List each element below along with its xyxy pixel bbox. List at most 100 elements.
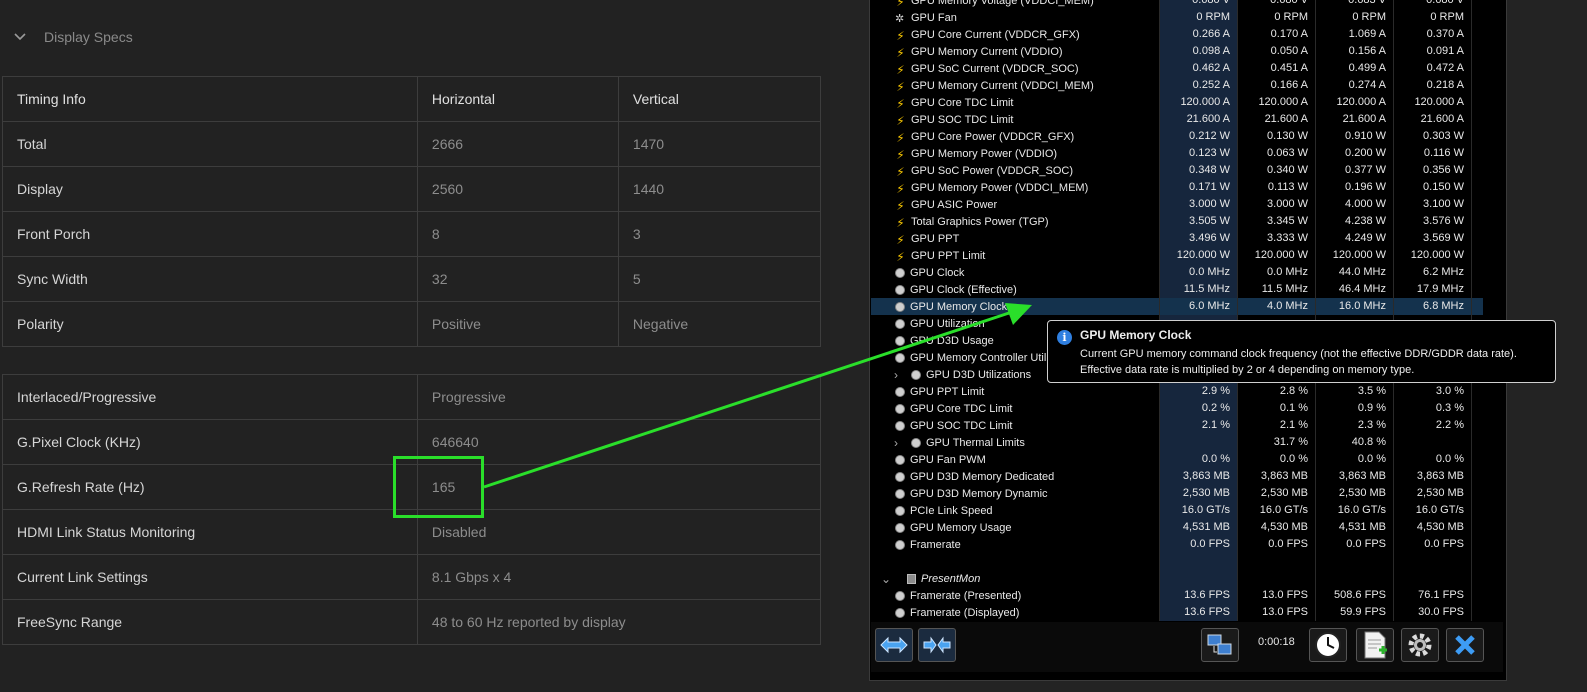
info-row: Current Link Settings 8.1 Gbps x 4 bbox=[2, 554, 822, 600]
timing-label: Sync Width bbox=[2, 256, 418, 302]
sensor-row[interactable]: GPU D3D Memory Dedicated 3,863 MB 3,863 MB… bbox=[871, 468, 1483, 485]
sensor-name-cell: GPU SOC TDC Limit bbox=[871, 417, 1160, 434]
sensor-row[interactable]: ⚡ GPU Memory Current (VDDIO) 0.098 A 0.050 … bbox=[871, 43, 1483, 60]
chevron-down-icon bbox=[14, 33, 26, 41]
timing-row: Display 2560 1440 bbox=[2, 166, 822, 212]
sensor-row[interactable]: GPU Fan PWM 0.0 % 0.0 % 0.0 % 0.0 % bbox=[871, 451, 1483, 468]
sensor-name-cell: ⚡ GPU Core Power (VDDCR_GFX) bbox=[871, 128, 1160, 145]
sensor-value: 0.680 V bbox=[1160, 0, 1238, 9]
chevron-down-icon[interactable]: ⌄ bbox=[881, 572, 891, 586]
display-specs-header[interactable]: Display Specs bbox=[14, 26, 133, 48]
lightning-icon: ⚡ bbox=[896, 63, 905, 77]
sensor-row[interactable]: ⚡ GPU Core Power (VDDCR_GFX) 0.212 W 0.130 … bbox=[871, 128, 1483, 145]
info-value: 8.1 Gbps x 4 bbox=[416, 554, 822, 600]
lightning-icon: ⚡ bbox=[896, 97, 905, 111]
timing-label: Polarity bbox=[2, 301, 418, 347]
expand-columns-button[interactable] bbox=[875, 628, 913, 662]
sensor-row[interactable]: ✲ GPU Fan 0 RPM 0 RPM 0 RPM 0 RPM bbox=[871, 9, 1483, 26]
sensor-name: GPU PPT Limit bbox=[910, 385, 985, 398]
sensor-row[interactable]: ⚡ GPU ASIC Power 3.000 W 3.000 W 4.000 W 3.10… bbox=[871, 196, 1483, 213]
sensor-value: 0.091 A bbox=[1394, 43, 1472, 60]
sensor-value: 0.166 A bbox=[1238, 77, 1316, 94]
network-button[interactable] bbox=[1201, 628, 1239, 662]
sensor-row[interactable]: ⚡ GPU Memory Current (VDDCI_MEM) 0.252 A 0.… bbox=[871, 77, 1483, 94]
sensor-row[interactable]: GPU Core TDC Limit 0.2 % 0.1 % 0.9 % 0.3 % bbox=[871, 400, 1483, 417]
sensor-value: 3,863 MB bbox=[1316, 468, 1394, 485]
sensor-row[interactable]: ⚡ GPU PPT Limit 120.000 W 120.000 W 120.000 … bbox=[871, 247, 1483, 264]
sensor-row[interactable]: GPU PPT Limit 2.9 % 2.8 % 3.5 % 3.0 % bbox=[871, 383, 1483, 400]
close-button[interactable] bbox=[1446, 628, 1484, 662]
sensor-value: 76.1 FPS bbox=[1394, 587, 1472, 604]
network-computers-icon bbox=[1207, 634, 1232, 655]
sensor-row[interactable]: ⚡ GPU Memory Power (VDDIO) 0.123 W 0.063 W0… bbox=[871, 145, 1483, 162]
sensor-name: GPU D3D Usage bbox=[910, 334, 994, 347]
gauge-icon bbox=[911, 437, 921, 448]
sensor-name-cell bbox=[871, 553, 1160, 570]
sensor-row[interactable]: GPU Clock (Effective) 11.5 MHz 11.5 MHz 46.… bbox=[871, 281, 1483, 298]
sensor-value: 0.266 A bbox=[1160, 26, 1238, 43]
sensor-name: GPU Memory Clock bbox=[910, 300, 1008, 313]
info-label: Current Link Settings bbox=[2, 554, 418, 600]
sensor-row[interactable]: ⚡ GPU Memory Power (VDDCI_MEM) 0.171 W 0.11… bbox=[871, 179, 1483, 196]
sensor-name: GPU SoC Power (VDDCR_SOC) bbox=[911, 164, 1073, 177]
sensor-value bbox=[1160, 570, 1238, 587]
sensor-value: 3.000 W bbox=[1160, 196, 1238, 213]
sensor-name: GPU Clock bbox=[910, 266, 965, 279]
sensor-value: 0.123 W bbox=[1160, 145, 1238, 162]
sensor-value: 0.472 A bbox=[1394, 60, 1472, 77]
clock-button[interactable] bbox=[1309, 628, 1347, 662]
sensor-row[interactable]: ⚡ GPU SoC Current (VDDCR_SOC) 0.462 A 0.451… bbox=[871, 60, 1483, 77]
sensor-row[interactable]: GPU D3D Memory Dynamic 2,530 MB 2,530 MB 2,… bbox=[871, 485, 1483, 502]
sensor-name: GPU D3D Memory Dedicated bbox=[910, 470, 1055, 483]
settings-button[interactable] bbox=[1401, 628, 1439, 662]
sensor-row[interactable]: GPU SOC TDC Limit 2.1 % 2.1 % 2.3 % 2.2 % bbox=[871, 417, 1483, 434]
sensor-row[interactable]: Framerate (Presented) 13.6 FPS 13.0 FPS 508… bbox=[871, 587, 1483, 604]
sensor-value: 4,531 MB bbox=[1160, 519, 1238, 536]
sensor-row[interactable]: GPU Memory Clock 6.0 MHz 4.0 MHz 16.0 MHz 6.… bbox=[871, 298, 1483, 315]
sensor-value: 59.9 FPS bbox=[1316, 604, 1394, 621]
sensor-value: 4.000 W bbox=[1316, 196, 1394, 213]
sensor-row[interactable]: Framerate (Displayed) 13.6 FPS 13.0 FPS 59.… bbox=[871, 604, 1483, 621]
lightning-icon: ⚡ bbox=[896, 216, 905, 230]
sensor-name: GPU Memory Current (VDDIO) bbox=[911, 45, 1063, 58]
sensor-value: 0.680 V bbox=[1238, 0, 1316, 9]
chevron-right-icon[interactable]: › bbox=[894, 436, 898, 450]
sensor-name: GPU ASIC Power bbox=[911, 198, 998, 211]
sensor-row[interactable] bbox=[871, 553, 1483, 570]
info-icon: i bbox=[1057, 330, 1072, 345]
gauge-icon bbox=[895, 420, 905, 431]
sensor-row[interactable]: ⌄ PresentMon bbox=[871, 570, 1483, 587]
lightning-icon: ⚡ bbox=[896, 46, 905, 60]
sensor-value: 0.683 V bbox=[1316, 0, 1394, 9]
sensor-row[interactable]: PCIe Link Speed 16.0 GT/s 16.0 GT/s 16.0 GT… bbox=[871, 502, 1483, 519]
sensor-row[interactable]: ⚡ Total Graphics Power (TGP) 3.505 W 3.345 … bbox=[871, 213, 1483, 230]
sensor-row[interactable]: ⚡ GPU Core TDC Limit 120.000 A 120.000 A 120… bbox=[871, 94, 1483, 111]
sensor-name: Framerate (Presented) bbox=[910, 589, 1022, 602]
sensor-row[interactable]: ⚡ GPU PPT 3.496 W 3.333 W 4.249 W 3.569 W bbox=[871, 230, 1483, 247]
lightning-icon: ⚡ bbox=[896, 114, 905, 128]
sensor-row[interactable]: › GPU Thermal Limits 31.7 % 40.8 % bbox=[871, 434, 1483, 451]
sensor-row[interactable]: ⚡ GPU Core Current (VDDCR_GFX) 0.266 A 0.17… bbox=[871, 26, 1483, 43]
sensor-value: 120.000 A bbox=[1394, 94, 1472, 111]
info-label: G.Pixel Clock (KHz) bbox=[2, 419, 418, 465]
sensor-row[interactable]: ⚡ GPU SOC TDC Limit 21.600 A 21.600 A 21.600… bbox=[871, 111, 1483, 128]
sensor-name-cell: Framerate bbox=[871, 536, 1160, 553]
add-report-button[interactable] bbox=[1356, 628, 1394, 662]
sensor-name-cell: GPU Fan PWM bbox=[871, 451, 1160, 468]
sensor-name: GPU Memory Voltage (VDDCI_MEM) bbox=[911, 0, 1094, 7]
sensor-row[interactable]: GPU Clock 0.0 MHz 0.0 MHz 44.0 MHz 6.2 MHz bbox=[871, 264, 1483, 281]
sensor-row[interactable]: ⚡ GPU Memory Voltage (VDDCI_MEM) 0.680 V 0.… bbox=[871, 0, 1483, 9]
collapse-columns-button[interactable] bbox=[918, 628, 956, 662]
sensor-value: 6.8 MHz bbox=[1394, 298, 1472, 315]
timing-label: Total bbox=[2, 121, 418, 167]
sensor-row[interactable]: Framerate 0.0 FPS 0.0 FPS 0.0 FPS 0.0 FPS bbox=[871, 536, 1483, 553]
sensor-value: 4.249 W bbox=[1316, 230, 1394, 247]
sensor-value: 0.0 % bbox=[1160, 451, 1238, 468]
chevron-right-icon[interactable]: › bbox=[894, 368, 898, 382]
sensor-list: ⚡ GPU Memory Voltage (VDDCI_MEM) 0.680 V 0.… bbox=[871, 0, 1483, 621]
sensor-value bbox=[1394, 553, 1472, 570]
sensor-row[interactable]: GPU Memory Usage 4,531 MB 4,530 MB 4,531 MB… bbox=[871, 519, 1483, 536]
sensor-toolbar: 0:00:18 bbox=[871, 622, 1503, 672]
sensor-value: 2,530 MB bbox=[1160, 485, 1238, 502]
sensor-row[interactable]: ⚡ GPU SoC Power (VDDCR_SOC) 0.348 W 0.340 W… bbox=[871, 162, 1483, 179]
